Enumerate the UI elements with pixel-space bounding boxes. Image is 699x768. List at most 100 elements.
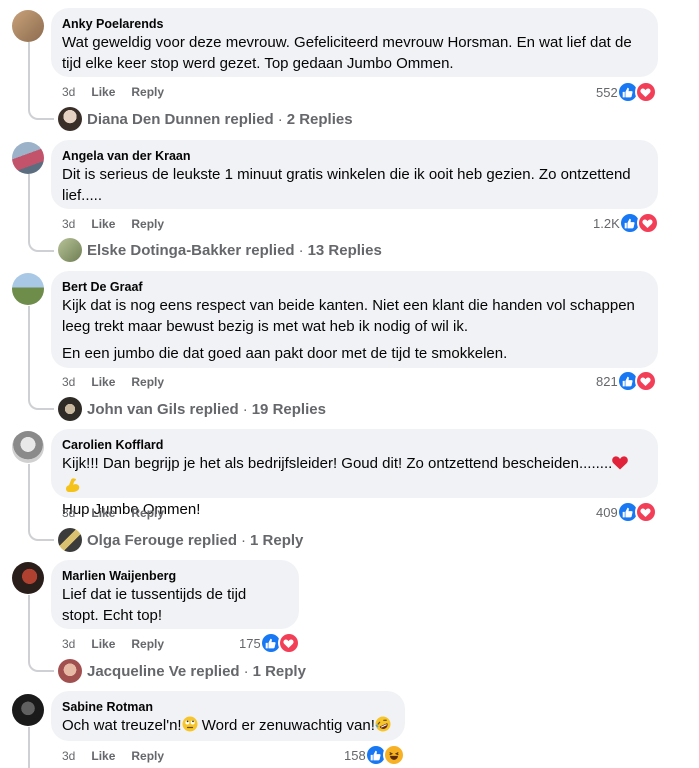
reaction-summary[interactable]: 158 (344, 744, 405, 766)
comment-bubble: Bert De Graaf Kijk dat is nog eens respe… (51, 271, 658, 368)
comment-age[interactable]: 3d (62, 505, 75, 521)
reply-count: 1 Reply (252, 662, 306, 680)
reply-connector (28, 238, 54, 252)
love-icon (634, 370, 657, 392)
reply-count: 13 Replies (307, 241, 382, 259)
reply-connector (28, 527, 54, 541)
reply-button[interactable]: Reply (131, 636, 164, 652)
comment-bubble: Carolien Kofflard Kijk!!! Dan begrijp je… (51, 429, 658, 518)
like-button[interactable]: Like (91, 374, 115, 390)
thread-line (28, 174, 30, 238)
avatar[interactable] (12, 10, 44, 42)
comment-age[interactable]: 3d (62, 216, 75, 232)
haha-icon (382, 744, 405, 766)
avatar[interactable] (12, 431, 44, 463)
comment-text: Och wat treuzel'n! Word er zenuwachtig v… (62, 715, 393, 738)
comment-author[interactable]: Carolien Kofflard (62, 437, 646, 453)
comment-text: Lief dat ie tussentijds de tijd stopt. E… (62, 586, 247, 624)
comment-bubble: Angela van der Kraan Dit is serieus de l… (51, 140, 658, 209)
separator: · (298, 241, 304, 259)
replied-by: Jacqueline Ve replied (87, 662, 240, 680)
comment-actions: 3d Like Reply (62, 374, 164, 390)
like-button[interactable]: Like (91, 216, 115, 232)
separator: · (243, 662, 249, 680)
love-icon (634, 501, 657, 523)
comment-author[interactable]: Anky Poelarends (62, 16, 646, 32)
thread-line (28, 595, 30, 658)
reaction-summary[interactable]: 552 (596, 81, 657, 103)
comment-text: En een jumbo die dat goed aan pakt door … (62, 345, 508, 362)
replied-by: Olga Ferouge replied (87, 531, 238, 549)
comment-age[interactable]: 3d (62, 374, 75, 390)
reply-connector (28, 106, 54, 120)
avatar[interactable] (12, 142, 44, 174)
reaction-count: 158 (344, 747, 366, 763)
separator: · (241, 531, 247, 549)
comment-text-line: Kijk!!! Dan begrijp je het als bedrijfsl… (62, 455, 613, 472)
like-button[interactable]: Like (91, 748, 115, 764)
reply-button[interactable]: Reply (131, 748, 164, 764)
reply-button[interactable]: Reply (131, 216, 164, 232)
replied-by: Elske Dotinga-Bakker replied (87, 241, 295, 259)
love-icon (634, 81, 657, 103)
avatar[interactable] (12, 562, 44, 594)
reply-count: 1 Reply (250, 531, 304, 549)
view-replies-link[interactable]: Elske Dotinga-Bakker replied · 13 Replie… (58, 238, 382, 262)
rofl-emoji-icon (375, 716, 391, 738)
like-button[interactable]: Like (91, 636, 115, 652)
comment-author[interactable]: Bert De Graaf (62, 279, 646, 295)
comment-author[interactable]: Marlien Waijenberg (62, 568, 287, 584)
like-button[interactable]: Like (91, 84, 115, 100)
reaction-count: 821 (596, 373, 618, 389)
reaction-summary[interactable]: 175 (239, 632, 300, 654)
reply-connector (28, 396, 54, 410)
like-button[interactable]: Like (91, 505, 115, 521)
reaction-count: 552 (596, 84, 618, 100)
comment-author[interactable]: Angela van der Kraan (62, 148, 646, 164)
thread-line (28, 306, 30, 396)
reaction-count: 409 (596, 504, 618, 520)
reaction-summary[interactable]: 409 (596, 501, 657, 523)
comment-bubble: Marlien Waijenberg Lief dat ie tussentij… (51, 560, 299, 629)
avatar[interactable] (12, 273, 44, 305)
reaction-summary[interactable]: 821 (596, 370, 657, 392)
reply-count: 19 Replies (251, 400, 326, 418)
comment-actions: 3d Like Reply (62, 636, 164, 652)
comment-text-segment: Word er zenuwachtig van! (197, 717, 375, 734)
comment-author[interactable]: Sabine Rotman (62, 699, 393, 715)
avatar[interactable] (12, 694, 44, 726)
view-replies-link[interactable]: Jacqueline Ve replied · 1 Reply (58, 659, 306, 683)
reaction-summary[interactable]: 1.2K (593, 212, 659, 234)
reaction-count: 1.2K (593, 215, 620, 231)
view-replies-link[interactable]: Olga Ferouge replied · 1 Reply (58, 528, 303, 552)
separator: · (242, 400, 248, 418)
love-icon (636, 212, 659, 234)
comment-bubble: Anky Poelarends Wat geweldig voor deze m… (51, 8, 658, 77)
comment-age[interactable]: 3d (62, 84, 75, 100)
love-icon (277, 632, 300, 654)
red-heart-icon (612, 455, 629, 476)
replied-by: Diana Den Dunnen replied (87, 110, 274, 128)
avatar (58, 238, 82, 262)
avatar (58, 659, 82, 683)
reply-button[interactable]: Reply (131, 374, 164, 390)
thread-line (28, 464, 30, 527)
comment-actions: 3d Like Reply (62, 84, 164, 100)
comment-actions: 3d Like Reply (62, 216, 164, 232)
reply-count: 2 Replies (286, 110, 353, 128)
avatar (58, 397, 82, 421)
reply-connector (28, 658, 54, 672)
view-replies-link[interactable]: Diana Den Dunnen replied · 2 Replies (58, 107, 353, 131)
comment-age[interactable]: 3d (62, 636, 75, 652)
eye-roll-emoji-icon (182, 716, 198, 738)
comment-text: Wat geweldig voor deze mevrouw. Gefelici… (62, 34, 632, 72)
comment-age[interactable]: 3d (62, 748, 75, 764)
comment-actions: 3d Like Reply (62, 505, 164, 521)
reaction-count: 175 (239, 635, 261, 651)
reply-button[interactable]: Reply (131, 505, 164, 521)
view-replies-link[interactable]: John van Gils replied · 19 Replies (58, 397, 326, 421)
comment-bubble: Sabine Rotman Och wat treuzel'n! Word er… (51, 691, 405, 741)
separator: · (277, 110, 283, 128)
flexed-biceps-icon (65, 477, 81, 499)
reply-button[interactable]: Reply (131, 84, 164, 100)
